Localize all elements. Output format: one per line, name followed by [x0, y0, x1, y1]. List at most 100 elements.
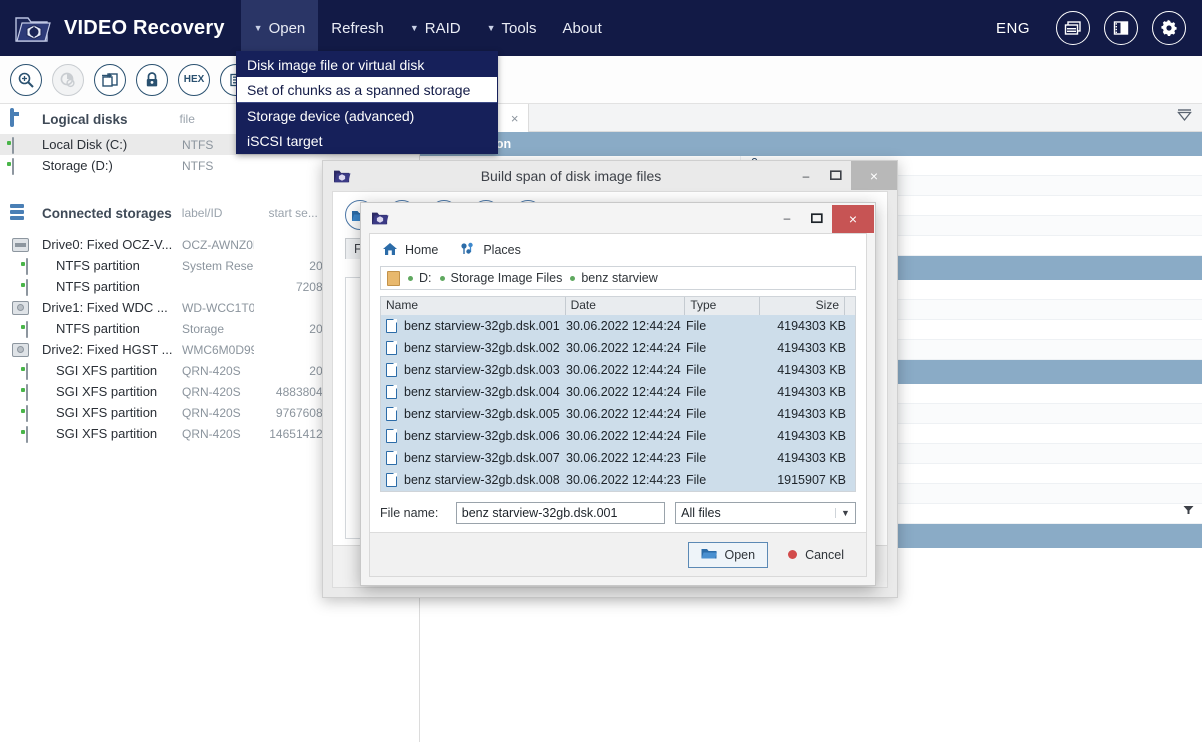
column-header-label-id: label/ID [181, 206, 223, 220]
file-row[interactable]: benz starview-32gb.dsk.005 30.06.2022 12… [381, 403, 855, 425]
file-type: File [686, 473, 707, 487]
chevron-down-icon[interactable]: ▼ [835, 508, 855, 518]
menu-item-refresh-label: Refresh [331, 19, 384, 37]
document-icon [386, 451, 397, 465]
menu-option-spanned-storage[interactable]: Set of chunks as a spanned storage [237, 77, 497, 102]
monitor-icon [10, 108, 32, 128]
disk-pie-icon [52, 63, 84, 96]
column-header-date[interactable]: Date [566, 297, 686, 315]
properties-section-band: ...information [420, 132, 1202, 156]
file-filter-select[interactable]: All files ▼ [675, 502, 856, 524]
menu-item-raid-label: RAID [424, 19, 461, 37]
chevron-down-icon: ▼ [486, 22, 496, 33]
file-type: File [686, 385, 707, 399]
file-date: 30.06.2022 12:44:24 [566, 341, 681, 355]
tree-row-name: Drive1: Fixed WDC ... [42, 300, 168, 315]
file-row[interactable]: benz starview-32gb.dsk.008 30.06.2022 12… [381, 469, 855, 491]
filename-input[interactable]: benz starview-32gb.dsk.001 [455, 502, 666, 524]
maximize-button[interactable] [821, 161, 851, 190]
contrast-panel-icon[interactable] [1104, 11, 1138, 45]
filter-icon[interactable] [1177, 108, 1192, 127]
file-open-dialog[interactable]: – × Home Places D: Storage Image Files b… [360, 202, 876, 586]
file-name-cell: benz starview-32gb.dsk.001 [381, 319, 566, 333]
close-icon[interactable]: × [511, 111, 519, 126]
file-row[interactable]: benz starview-32gb.dsk.006 30.06.2022 12… [381, 425, 855, 447]
menu-item-raid[interactable]: ▼ RAID [397, 0, 474, 56]
file-row[interactable]: benz starview-32gb.dsk.003 30.06.2022 12… [381, 359, 855, 381]
open-button[interactable]: Open [688, 541, 769, 568]
app-logo-icon [371, 210, 389, 226]
document-icon [386, 429, 397, 443]
volume-icon [12, 157, 34, 175]
partition-icon [26, 425, 48, 443]
maximize-button[interactable] [802, 204, 832, 233]
column-header-file: file [179, 112, 195, 126]
file-name: benz starview-32gb.dsk.005 [404, 407, 560, 421]
file-date: 30.06.2022 12:44:24 [566, 407, 681, 421]
places-places[interactable]: Places [460, 242, 521, 259]
file-name-cell: benz starview-32gb.dsk.003 [381, 363, 566, 377]
minimize-button[interactable]: – [772, 204, 802, 233]
magnifier-scan-icon[interactable] [10, 63, 42, 96]
volume-icon [12, 136, 34, 154]
tree-row-name: NTFS partition [56, 258, 140, 273]
column-header-size[interactable]: Size [760, 297, 845, 315]
tree-row-name: Local Disk (C:) [42, 137, 128, 152]
close-button[interactable]: × [851, 161, 897, 190]
column-header-pad [845, 297, 855, 315]
menu-option-disk-image[interactable]: Disk image file or virtual disk [237, 52, 497, 77]
tree-row-name: SGI XFS partition [56, 363, 158, 378]
gear-icon[interactable] [1152, 11, 1186, 45]
document-icon [386, 319, 397, 333]
file-type: File [686, 407, 707, 421]
file-date: 30.06.2022 12:44:24 [566, 363, 681, 377]
file-dialog-titlebar[interactable]: – × [361, 203, 875, 233]
file-date: 30.06.2022 12:44:24 [566, 319, 681, 333]
header-actions: ENG [996, 11, 1202, 45]
copy-transfer-icon[interactable] [94, 63, 126, 96]
file-table[interactable]: Name Date Type Size benz starview-32gb.d… [380, 296, 856, 492]
breadcrumb-segment[interactable]: D: [408, 271, 432, 285]
menu-item-tools[interactable]: ▼ Tools [474, 0, 550, 56]
tree-row-label: System Reser... [182, 258, 254, 273]
file-row[interactable]: benz starview-32gb.dsk.002 30.06.2022 12… [381, 337, 855, 359]
file-size: 1915907 KB [777, 473, 846, 487]
file-row[interactable]: benz starview-32gb.dsk.007 30.06.2022 12… [381, 447, 855, 469]
build-span-titlebar[interactable]: Build span of disk image files – × [323, 161, 897, 190]
file-name-cell: benz starview-32gb.dsk.002 [381, 341, 566, 355]
menu-option-storage-device[interactable]: Storage device (advanced) [237, 103, 497, 128]
menu-item-open[interactable]: ▼ Open [240, 0, 319, 56]
file-row[interactable]: benz starview-32gb.dsk.001 30.06.2022 12… [381, 315, 855, 337]
cancel-button[interactable]: Cancel [782, 544, 850, 566]
menu-item-refresh[interactable]: Refresh [318, 0, 397, 56]
tree-row-name: NTFS partition [56, 279, 140, 294]
drive-icon [12, 300, 34, 315]
menu-option-iscsi-target[interactable]: iSCSI target [237, 128, 497, 153]
brand: VIDEO Recovery [0, 11, 225, 45]
breadcrumb[interactable]: D: Storage Image Files benz starview [380, 266, 856, 290]
places-home[interactable]: Home [382, 242, 438, 259]
minimize-button[interactable]: – [791, 161, 821, 190]
breadcrumb-label: D: [419, 271, 432, 285]
menu-item-about[interactable]: About [550, 0, 615, 56]
lock-icon[interactable] [136, 63, 168, 96]
file-row[interactable]: benz starview-32gb.dsk.004 30.06.2022 12… [381, 381, 855, 403]
menu-item-about-label: About [562, 19, 602, 37]
file-dialog-body: Home Places D: Storage Image Files benz … [369, 233, 867, 577]
breadcrumb-segment[interactable]: Storage Image Files [439, 271, 563, 285]
document-icon [386, 341, 397, 355]
column-header-name[interactable]: Name [381, 297, 566, 315]
file-table-header: Name Date Type Size [381, 297, 855, 315]
hex-icon[interactable]: HEX [178, 63, 210, 96]
file-name: benz starview-32gb.dsk.006 [404, 429, 560, 443]
language-selector[interactable]: ENG [996, 20, 1030, 37]
file-size: 4194303 KB [777, 429, 846, 443]
column-header-type[interactable]: Type [685, 297, 761, 315]
breadcrumb-label: benz starview [581, 271, 658, 285]
chevron-down-icon: ▼ [253, 22, 263, 33]
breadcrumb-label: Storage Image Files [450, 271, 563, 285]
window-list-icon[interactable] [1056, 11, 1090, 45]
close-button[interactable]: × [832, 204, 874, 233]
open-menu-dropdown[interactable]: Disk image file or virtual disk Set of c… [236, 51, 498, 154]
breadcrumb-segment[interactable]: benz starview [570, 271, 658, 285]
